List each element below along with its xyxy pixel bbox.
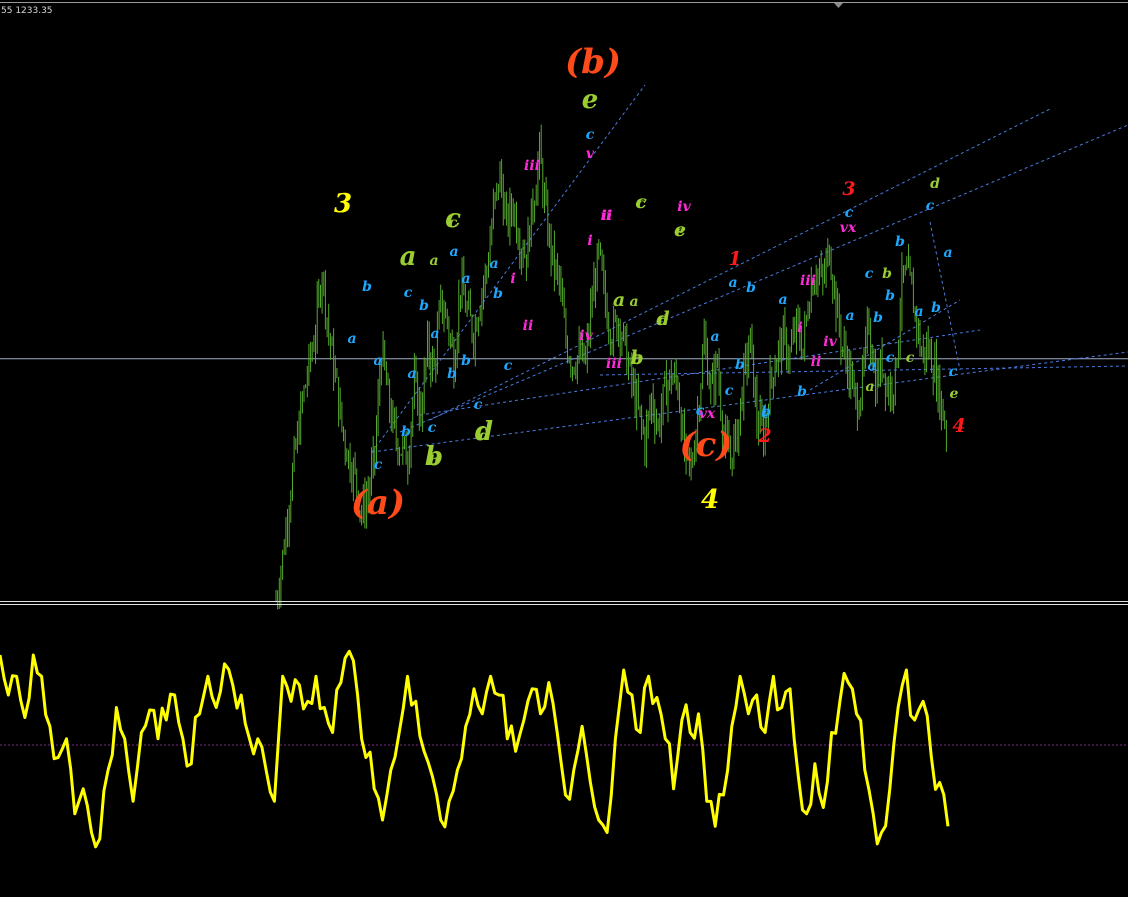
wave-label: a <box>449 244 458 260</box>
wave-label: ii <box>601 208 612 224</box>
wave-label: 4 <box>952 415 965 437</box>
wave-label: b <box>493 286 503 302</box>
wave-label: c <box>637 196 646 212</box>
wave-label: a <box>629 294 638 310</box>
wave-label: a <box>943 245 952 261</box>
wave-label: c <box>449 215 458 231</box>
wave-label: e <box>676 224 685 240</box>
wave-label: a <box>613 289 625 311</box>
wave-label: (c) <box>680 425 733 465</box>
wave-label: b <box>895 234 905 250</box>
wave-label: 4 <box>701 485 719 515</box>
wave-label: iii <box>524 158 540 174</box>
chart-background <box>0 0 1128 897</box>
wave-label: e <box>582 85 599 115</box>
wave-label: a <box>489 256 498 272</box>
wave-label: i <box>510 271 515 287</box>
wave-label: d <box>930 176 940 192</box>
wave-label: iii <box>800 273 816 289</box>
wave-label: i <box>587 233 592 249</box>
wave-label: e <box>950 386 959 402</box>
price-readout: 55 1233.35 <box>1 6 53 16</box>
wave-label: c <box>762 406 771 422</box>
wave-label: a <box>778 292 787 308</box>
wave-label: b <box>882 266 892 282</box>
chart-stage: 55 1233.35 3(a)(b)(c)4abcde1234abcdeabcd… <box>0 0 1128 897</box>
wave-label: b <box>632 352 642 368</box>
wave-label: c <box>374 457 383 473</box>
wave-label: b <box>429 453 439 469</box>
wave-label: a <box>710 329 719 345</box>
wave-label: a <box>845 308 854 324</box>
wave-label: b <box>362 279 372 295</box>
wave-label: a <box>407 366 416 382</box>
wave-label: b <box>419 298 429 314</box>
wave-label: a <box>429 253 438 269</box>
wave-label: c <box>845 205 854 221</box>
wave-label: 3 <box>842 178 855 200</box>
wave-label: iii <box>606 356 622 372</box>
wave-label: b <box>885 288 895 304</box>
wave-label: c <box>949 364 958 380</box>
wave-label: b <box>873 310 883 326</box>
wave-label: d <box>479 428 489 444</box>
wave-label: a <box>430 326 439 342</box>
wave-label: a <box>867 358 876 374</box>
wave-label: 2 <box>757 425 771 447</box>
wave-label: (b) <box>565 42 621 82</box>
wave-label: c <box>504 358 513 374</box>
wave-label: ii <box>811 354 822 370</box>
wave-label: b <box>931 300 941 316</box>
wave-label: v <box>586 146 595 162</box>
wave-label: ii <box>523 318 534 334</box>
wave-label: 1 <box>728 248 741 270</box>
wave-label: a <box>461 271 470 287</box>
wave-label: b <box>746 280 756 296</box>
wave-label: iv <box>579 328 593 344</box>
wave-label: d <box>658 313 668 329</box>
wave-label: b <box>401 424 411 440</box>
wave-label: c <box>725 383 734 399</box>
wave-label: c <box>886 350 895 366</box>
wave-label: a <box>400 242 417 272</box>
wave-label: a <box>347 331 356 347</box>
wave-label: b <box>461 353 471 369</box>
wave-label: a <box>728 275 737 291</box>
wave-label: c <box>926 198 935 214</box>
wave-label: b <box>447 366 457 382</box>
wave-label: vx <box>840 220 857 236</box>
wave-label: a <box>914 304 923 320</box>
wave-label: b <box>735 357 745 373</box>
wave-label: 3 <box>334 189 352 219</box>
wave-label: i <box>797 320 802 336</box>
wave-label: c <box>586 127 595 143</box>
wave-label: a <box>865 379 874 395</box>
wave-label: c <box>474 397 483 413</box>
wave-label: c <box>428 420 437 436</box>
wave-label: b <box>797 384 807 400</box>
wave-label: c <box>865 266 874 282</box>
wave-label: (a) <box>351 483 405 523</box>
wave-label: iv <box>823 334 837 350</box>
wave-label: c <box>404 285 413 301</box>
wave-label: c <box>906 350 915 366</box>
wave-label: a <box>373 353 382 369</box>
wave-label: iv <box>677 199 691 215</box>
wave-label: c <box>696 403 705 419</box>
